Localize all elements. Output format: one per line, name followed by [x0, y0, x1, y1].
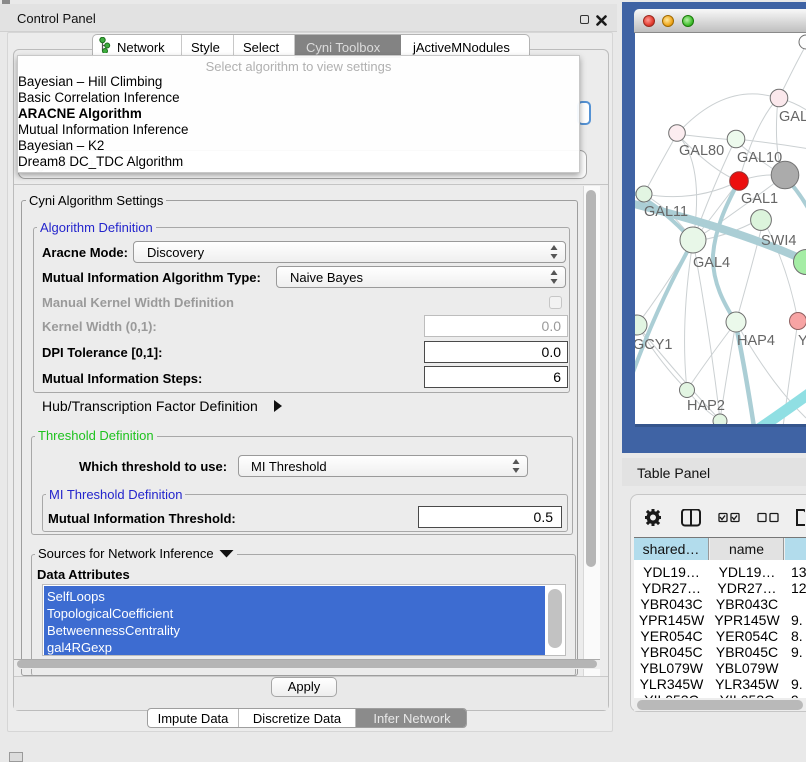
svg-text:Y: Y	[798, 333, 806, 349]
svg-text:HAP4: HAP4	[737, 333, 775, 349]
svg-text:GAL10: GAL10	[737, 150, 782, 166]
svg-text:GAL11: GAL11	[644, 204, 688, 220]
svg-text:SWI4: SWI4	[761, 233, 796, 249]
svg-text:HAP2: HAP2	[687, 398, 725, 414]
svg-text:GAL1: GAL1	[741, 191, 778, 207]
svg-text:GAL80: GAL80	[679, 143, 724, 159]
svg-text:GAL7: GAL7	[779, 109, 806, 125]
svg-text:GCY1: GCY1	[635, 337, 673, 353]
svg-text:GAL4: GAL4	[693, 255, 730, 271]
